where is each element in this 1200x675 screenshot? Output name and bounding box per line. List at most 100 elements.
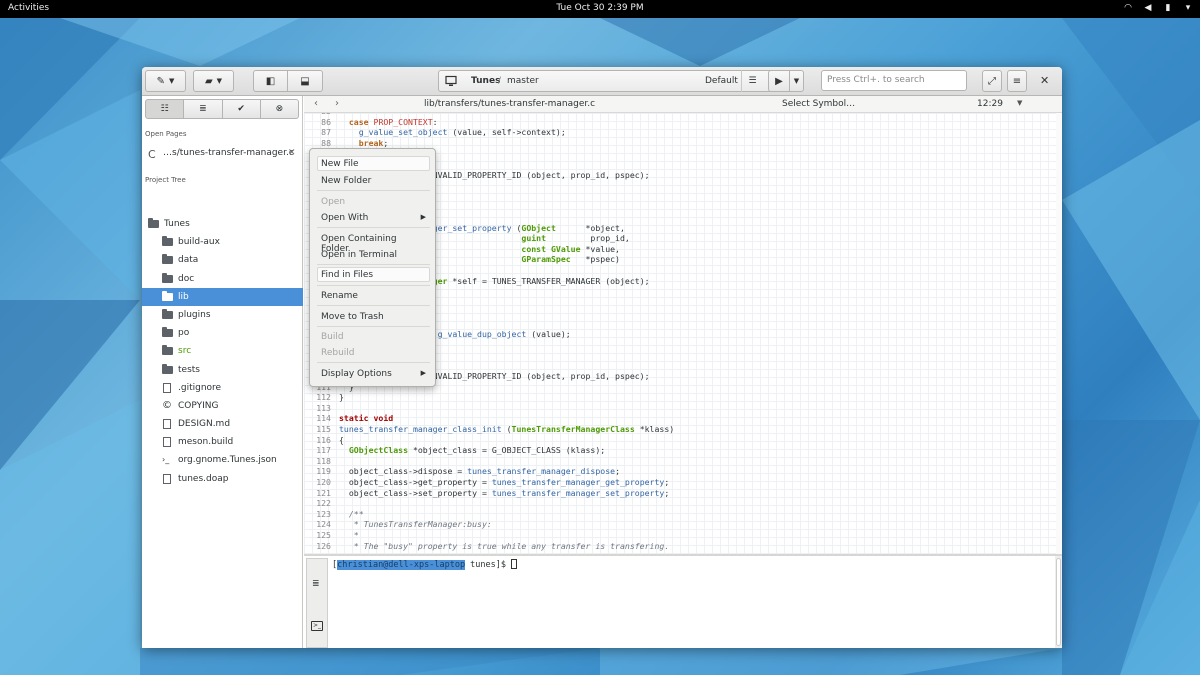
folder-icon	[162, 363, 173, 374]
file-icon	[163, 473, 171, 484]
build-config[interactable]: Default	[705, 76, 738, 86]
line-number: 120	[316, 477, 331, 487]
tree-item-label: .gitignore	[178, 382, 222, 393]
clock[interactable]: Tue Oct 30 2:39 PM	[0, 3, 1200, 13]
tree-item-label: plugins	[178, 309, 211, 320]
line-number: 117	[316, 445, 331, 456]
tree-item-label: data	[178, 255, 199, 266]
forward-button[interactable]: ›	[335, 98, 339, 109]
line-number: 125	[316, 530, 331, 540]
menu-item-display-options[interactable]: Display Options ▶	[317, 366, 430, 381]
script-icon: ›_	[162, 455, 170, 465]
tab-project-tree[interactable]: ☷	[145, 99, 185, 119]
license-icon: ©	[162, 399, 172, 411]
tree-item[interactable]: meson.build	[142, 433, 303, 451]
tree-item[interactable]: .gitignore	[142, 379, 303, 397]
menu-item-open-containing-folder[interactable]: Open Containing Folder	[317, 231, 430, 254]
menu-item-find-in-files[interactable]: Find in Files	[317, 267, 430, 282]
tree-item[interactable]: tests	[142, 361, 303, 379]
tree-item[interactable]: doc	[142, 270, 303, 288]
code-text: case PROP_CONTEXT:	[348, 116, 438, 127]
menu-separator	[317, 264, 430, 265]
tree-item-label: Tunes	[164, 219, 190, 229]
build-log-tab-icon[interactable]: ≣	[312, 579, 320, 589]
folder-icon	[162, 272, 173, 283]
menu-item-new-folder[interactable]: New Folder	[317, 173, 430, 188]
terminal-tab-icon[interactable]: >_	[311, 621, 323, 631]
terminal-scrollbar[interactable]	[1055, 556, 1062, 648]
code-text: break;	[358, 137, 389, 148]
tree-item-label: lib	[178, 291, 189, 302]
menu-item-open-in-terminal[interactable]: Open in Terminal	[317, 247, 430, 262]
fullscreen-button[interactable]: ⤢	[982, 70, 1002, 92]
tree-item[interactable]: DESIGN.md	[142, 415, 303, 433]
document-menu-button[interactable]: ▼	[1017, 99, 1022, 107]
build-log-button[interactable]: ☰	[741, 70, 763, 92]
code-text: {	[339, 434, 344, 445]
open-document-button[interactable]: ▰ ▼	[193, 70, 234, 92]
scrollbar-thumb[interactable]	[1056, 558, 1061, 646]
line-number: 123	[316, 508, 331, 519]
tree-item[interactable]: data	[142, 251, 303, 269]
play-icon: ▶	[775, 75, 783, 87]
close-icon: ✕	[1040, 74, 1050, 87]
tree-item[interactable]: lib	[142, 287, 303, 306]
file-icon	[163, 437, 171, 448]
project-name: Tunes	[471, 76, 501, 86]
tree-item-label: doc	[178, 273, 195, 284]
wifi-icon: ◠	[1124, 3, 1132, 13]
tab-symbols[interactable]: ≣	[184, 99, 223, 119]
terminal-cursor	[511, 559, 518, 569]
back-button[interactable]: ‹	[314, 98, 318, 109]
tree-item[interactable]: src	[142, 342, 303, 360]
open-page-row[interactable]: C …s/tunes-transfer-manager.c ✕	[145, 144, 301, 162]
terminal[interactable]: [christian@dell-xps-laptop tunes]$	[332, 559, 518, 570]
line-number: 88	[321, 137, 331, 148]
close-icon[interactable]: ✕	[288, 148, 296, 158]
tree-item-label: tests	[178, 364, 200, 375]
submenu-arrow-icon: ▶	[420, 369, 426, 377]
code-text: * The "busy" property is true while any …	[339, 540, 670, 551]
menu-item-move-to-trash[interactable]: Move to Trash	[317, 309, 430, 324]
code-text: object_class->dispose = tunes_transfer_m…	[339, 466, 620, 477]
toggle-left-panel-button[interactable]: ◧	[253, 70, 288, 92]
search-input[interactable]: Press Ctrl+. to search	[821, 70, 967, 91]
tree-item[interactable]: tunes.doap	[142, 470, 303, 488]
tree-item[interactable]: Tunes	[142, 215, 303, 233]
tab-todo[interactable]: ✔	[222, 99, 261, 119]
tree-item[interactable]: build-aux	[142, 233, 303, 251]
builder-window: ✎ ▼ ▰ ▼ ◧ ⬓ Tunes / master Default ☰ ▶ ▼ P…	[142, 67, 1062, 648]
editor-scrollbar[interactable]	[1056, 113, 1062, 554]
menu-item-open-with[interactable]: Open With ▶	[317, 210, 430, 225]
tree-item[interactable]: © COPYING	[142, 397, 303, 415]
run-options-button[interactable]: ▼	[790, 70, 804, 92]
file-icon	[163, 382, 171, 393]
new-document-button[interactable]: ✎ ▼	[145, 70, 186, 92]
tree-item-label: DESIGN.md	[178, 419, 231, 430]
menu-item-rename[interactable]: Rename	[317, 288, 430, 303]
menu-item-new-file[interactable]: New File	[317, 156, 430, 171]
tab-diagnostics[interactable]: ⊗	[260, 99, 299, 119]
omni-bar[interactable]: Tunes / master Default ☰	[438, 70, 800, 92]
tree-item[interactable]: ›_ org.gnome.Tunes.json	[142, 451, 303, 469]
bottom-panel-tabs: ≣ >_	[306, 558, 328, 648]
tree-item-label: meson.build	[178, 437, 234, 448]
file-path[interactable]: lib/transfers/tunes-transfer-manager.c	[424, 99, 595, 109]
menu-button[interactable]: ≡	[1007, 70, 1027, 92]
chevron-left-icon: ‹	[314, 98, 318, 109]
system-tray[interactable]: ◠ ◀ ▮ ▾	[1122, 2, 1194, 14]
build-icon: ☰	[748, 76, 757, 86]
tree-item[interactable]: po	[142, 324, 303, 342]
fullscreen-icon: ⤢	[988, 75, 996, 87]
run-button[interactable]: ▶	[768, 70, 790, 92]
hamburger-icon: ≡	[1012, 75, 1022, 87]
symbol-selector[interactable]: Select Symbol…	[782, 99, 855, 109]
code-text: object_class->set_property = tunes_trans…	[339, 487, 670, 498]
folder-icon	[162, 345, 173, 356]
close-window-button[interactable]: ✕	[1040, 74, 1049, 87]
menu-separator	[317, 326, 430, 327]
toggle-bottom-panel-button[interactable]: ⬓	[288, 70, 323, 92]
tree-item[interactable]: plugins	[142, 306, 303, 324]
system-menu-arrow-icon: ▾	[1185, 3, 1191, 13]
sidebar: ☷ ≣ ✔ ⊗ Open Pages C …s/tunes-transfer-m…	[142, 96, 303, 648]
